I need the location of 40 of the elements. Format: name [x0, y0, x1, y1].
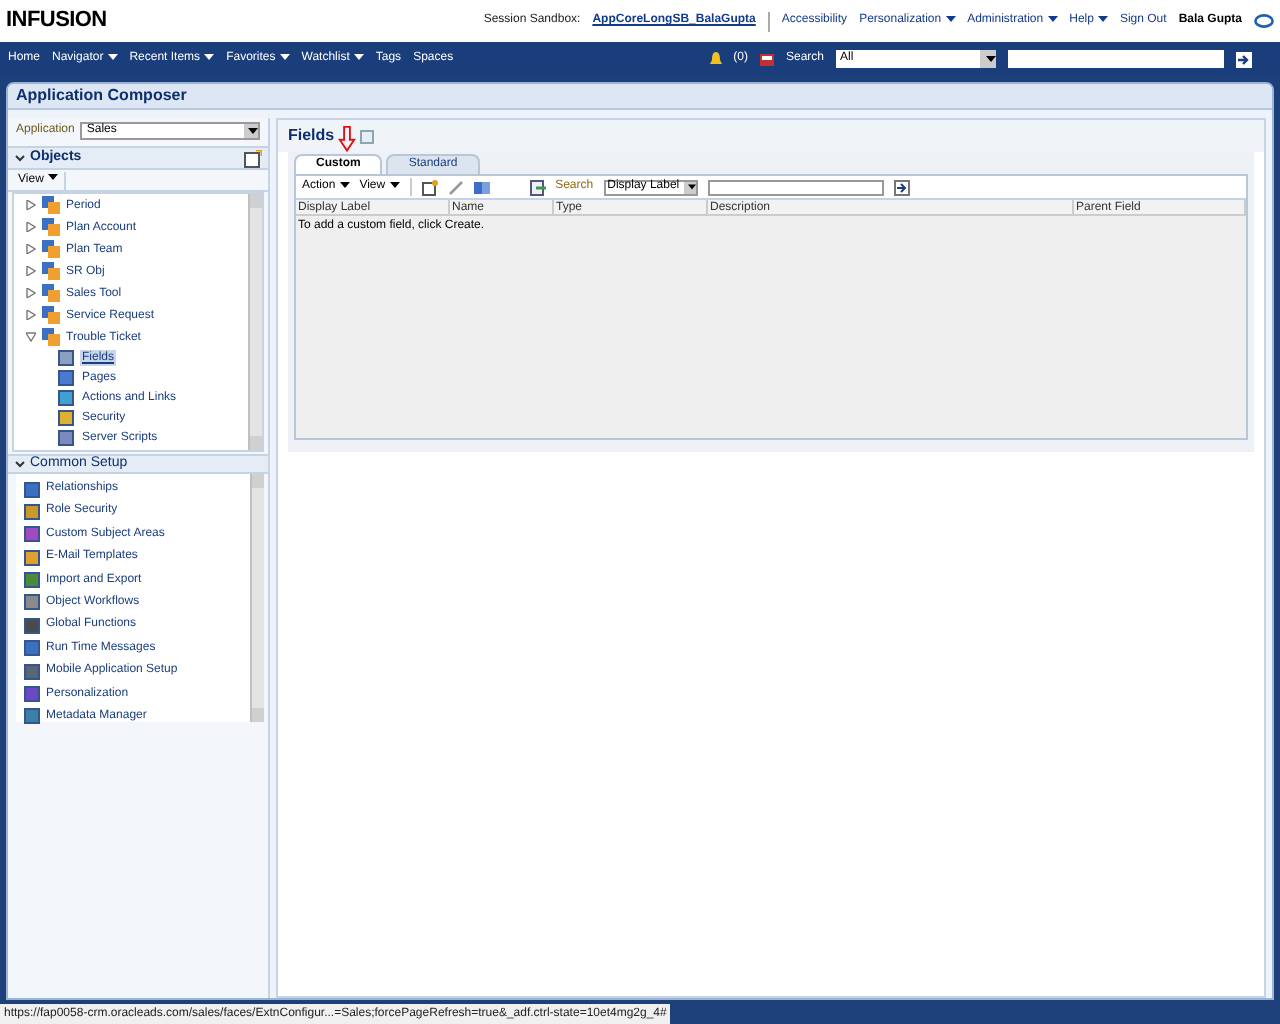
search-field[interactable] [1008, 50, 1224, 68]
expand-triangle-icon[interactable] [26, 310, 36, 320]
expand-triangle-icon[interactable] [26, 222, 36, 232]
pencil-icon[interactable] [447, 179, 464, 195]
caret-icon [248, 127, 258, 133]
help-icon[interactable] [360, 129, 375, 143]
go-icon[interactable] [1236, 51, 1252, 67]
export-icon[interactable] [529, 179, 546, 195]
caret-icon [107, 53, 118, 60]
caret-icon [279, 53, 290, 60]
page-title: Application Composer [16, 84, 187, 108]
go-icon[interactable] [893, 179, 910, 195]
collapse-icon[interactable] [14, 152, 26, 164]
bell-icon[interactable] [709, 51, 722, 67]
section-title: Fields [288, 124, 335, 148]
new-object-icon[interactable] [244, 149, 262, 167]
caret-icon [47, 174, 58, 181]
search-input[interactable] [707, 179, 884, 195]
expand-triangle-icon[interactable] [26, 244, 36, 254]
caret-icon [204, 53, 215, 60]
caret-icon [687, 184, 696, 190]
expand-triangle-icon[interactable] [26, 200, 36, 210]
flag-icon[interactable] [759, 53, 774, 65]
expand-triangle-icon[interactable] [26, 266, 36, 276]
caret-icon [1047, 15, 1058, 22]
scrollbar[interactable] [250, 474, 264, 722]
caret-icon [339, 181, 350, 188]
caret-icon [945, 15, 956, 22]
collapse-triangle-icon[interactable] [26, 332, 36, 342]
caret-icon [1097, 15, 1108, 22]
create-icon[interactable] [421, 179, 438, 195]
duplicate-icon[interactable] [473, 179, 490, 195]
expand-triangle-icon[interactable] [26, 288, 36, 298]
caret-icon [389, 181, 400, 188]
collapse-icon[interactable] [14, 458, 26, 470]
caret-icon [985, 56, 995, 62]
caret-icon [353, 53, 364, 60]
down-arrow-icon [338, 126, 357, 152]
scrollbar[interactable] [248, 194, 262, 450]
logo: INFUSION [6, 6, 107, 37]
